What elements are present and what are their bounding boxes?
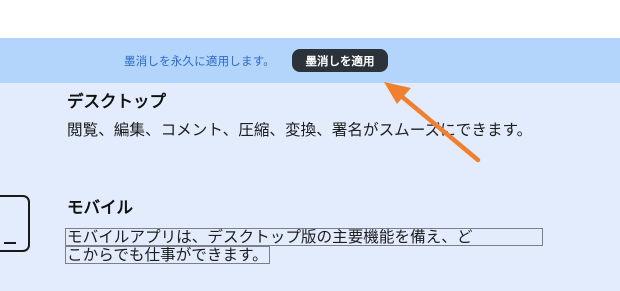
mobile-heading: モバイル	[67, 198, 133, 217]
mobile-description-redaction-marked[interactable]: モバイルアプリは、デスクトップ版の主要機能を備え、ど こからでも仕事ができます。	[65, 228, 557, 264]
redaction-mark-line-1[interactable]: モバイルアプリは、デスクトップ版の主要機能を備え、ど	[65, 228, 543, 246]
redaction-message: 墨消しを永久に適用します。	[124, 54, 275, 68]
arrow-pointer-icon	[384, 82, 481, 163]
apply-redaction-button[interactable]: 墨消しを適用	[292, 49, 388, 72]
redaction-mark-line-2[interactable]: こからでも仕事ができます。	[65, 246, 270, 264]
smartphone-icon	[0, 195, 30, 252]
document-page: 墨消しを永久に適用します。 墨消しを適用 デスクトップ 閲覧、編集、コメント、圧…	[0, 0, 620, 291]
top-toolbar-area	[0, 0, 620, 39]
desktop-heading: デスクトップ	[67, 92, 166, 111]
redaction-banner: 墨消しを永久に適用します。 墨消しを適用	[0, 38, 620, 83]
